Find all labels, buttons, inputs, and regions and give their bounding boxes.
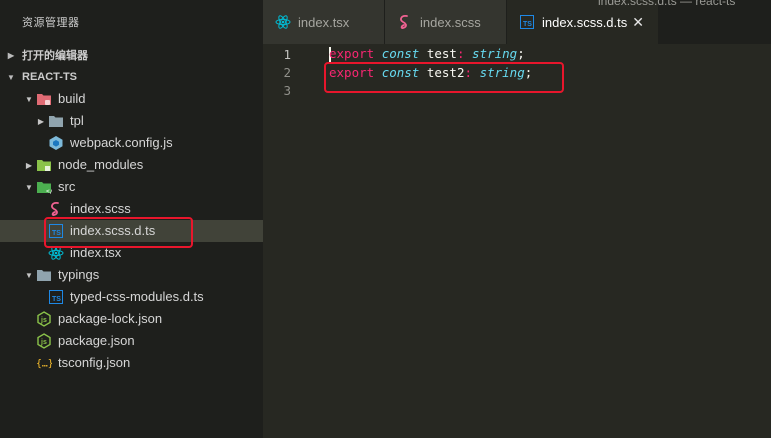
window-title: index.scss.d.ts — react-ts — [598, 0, 736, 8]
chevron-down-icon: ▼ — [7, 72, 15, 82]
code-line[interactable]: 3 — [263, 81, 771, 99]
line-number: 2 — [283, 64, 291, 80]
code-token: string — [479, 64, 525, 80]
folder-icon — [48, 113, 64, 129]
tree-item-label: src — [58, 179, 76, 194]
tree-item-label: typings — [58, 267, 100, 282]
svg-text:</>: </> — [46, 188, 52, 194]
explorer-title: 资源管理器 — [22, 17, 80, 29]
tab-label: index.scss.d.ts — [542, 14, 628, 30]
tab-index-scss[interactable]: index.scss — [385, 0, 507, 44]
tree-item-typed-css-modules-d-ts[interactable]: TS typed-css-modules.d.ts — [0, 286, 263, 308]
tab-index-tsx[interactable]: index.tsx — [263, 0, 385, 44]
tree-item-label: webpack.config.js — [70, 135, 173, 150]
svg-text:{…}: {…} — [36, 359, 52, 370]
open-editors-section[interactable]: ▶ 打开的编辑器 — [0, 44, 263, 66]
json-icon: {…} — [36, 355, 52, 371]
code-token: : — [464, 64, 473, 80]
folder-node-icon — [36, 157, 52, 173]
file-tree: ▼ build ▶ tpl webpack.config.js ▶ node_modules… — [0, 88, 263, 374]
code-token: ; — [524, 64, 533, 80]
tab-label: index.scss — [420, 14, 481, 30]
tree-item-label: package-lock.json — [58, 311, 163, 326]
close-icon[interactable]: ✕ — [632, 14, 644, 31]
line-source: export const test: string; — [303, 46, 525, 62]
tree-item-tpl[interactable]: ▶ tpl — [0, 110, 263, 132]
webpack-icon — [48, 135, 64, 151]
tree-item-src[interactable]: ▼ </> src — [0, 176, 263, 198]
tree-item-typings[interactable]: ▼ typings — [0, 264, 263, 286]
code-token: ; — [517, 46, 525, 61]
tree-item-tsconfig-json[interactable]: {…} tsconfig.json — [0, 352, 263, 374]
tree-item-label: index.scss.d.ts — [70, 223, 156, 238]
chevron-right-icon[interactable]: ▶ — [34, 117, 48, 126]
code-token: const — [381, 64, 420, 80]
tab-label: index.tsx — [298, 14, 350, 30]
npm-icon: js — [36, 311, 52, 327]
folder-typings-icon — [36, 267, 52, 283]
editor-area: index.scss.d.ts — react-ts index.tsx inde… — [263, 0, 771, 438]
tree-item-build[interactable]: ▼ build — [0, 88, 263, 110]
tree-item-package-lock-json[interactable]: js package-lock.json — [0, 308, 263, 330]
code-token: export — [329, 64, 375, 80]
svg-text:TS: TS — [52, 296, 61, 303]
tree-item-index-scss[interactable]: index.scss — [0, 198, 263, 220]
tree-item-label: index.scss — [70, 201, 131, 216]
tree-item-label: index.tsx — [70, 245, 122, 260]
code-line[interactable]: 1 export const test: string; — [263, 45, 771, 63]
line-number: 3 — [283, 82, 291, 98]
project-label: REACT-TS — [22, 71, 77, 83]
chevron-down-icon[interactable]: ▼ — [22, 271, 36, 280]
folder-build-icon — [36, 91, 52, 107]
chevron-right-icon[interactable]: ▶ — [22, 161, 36, 170]
typescript-icon: TS — [48, 223, 64, 239]
code-token: const — [381, 46, 420, 61]
sass-icon — [397, 14, 413, 30]
code-token: test2 — [426, 64, 465, 80]
code-editor[interactable]: 1 export const test: string; 2 export const… — [263, 44, 771, 99]
project-section[interactable]: ▼ REACT-TS — [0, 66, 263, 88]
tree-item-label: tsconfig.json — [58, 355, 131, 370]
react-icon — [275, 14, 291, 30]
code-token: test — [426, 46, 457, 61]
code-token: export — [329, 46, 375, 61]
tree-item-package-json[interactable]: js package.json — [0, 330, 263, 352]
tree-item-label: typed-css-modules.d.ts — [70, 289, 204, 304]
svg-text:js: js — [40, 317, 47, 324]
line-number: 1 — [283, 46, 291, 62]
svg-text:js: js — [40, 339, 47, 346]
open-editors-label: 打开的编辑器 — [22, 50, 88, 62]
tree-item-node-modules[interactable]: ▶ node_modules — [0, 154, 263, 176]
explorer-sidebar: 资源管理器 ▶ 打开的编辑器 ▼ REACT-TS ▼ build ▶ tpl webp… — [0, 0, 263, 438]
npm-icon: js — [36, 333, 52, 349]
chevron-down-icon[interactable]: ▼ — [22, 183, 36, 192]
tree-item-label: tpl — [70, 113, 84, 128]
react-icon — [48, 245, 64, 261]
tree-item-index-scss-d-ts[interactable]: TS index.scss.d.ts — [0, 220, 263, 242]
line-source: export const test2: string; — [303, 65, 532, 80]
typescript-icon: TS — [519, 14, 535, 30]
sass-icon — [48, 201, 64, 217]
tree-item-label: package.json — [58, 333, 135, 348]
code-token: : — [456, 46, 465, 61]
tree-item-label: node_modules — [58, 157, 144, 172]
typescript-icon: TS — [48, 289, 64, 305]
tree-item-index-tsx[interactable]: index.tsx — [0, 242, 263, 264]
code-token: string — [472, 46, 518, 61]
svg-text:TS: TS — [523, 21, 532, 28]
tree-item-label: build — [58, 91, 86, 106]
svg-text:TS: TS — [52, 230, 61, 237]
chevron-right-icon: ▶ — [7, 50, 15, 60]
folder-src-icon: </> — [36, 179, 52, 195]
chevron-down-icon[interactable]: ▼ — [22, 95, 36, 104]
tree-item-webpack-config-js[interactable]: webpack.config.js — [0, 132, 263, 154]
code-line[interactable]: 2 export const test2: string; — [263, 63, 771, 81]
